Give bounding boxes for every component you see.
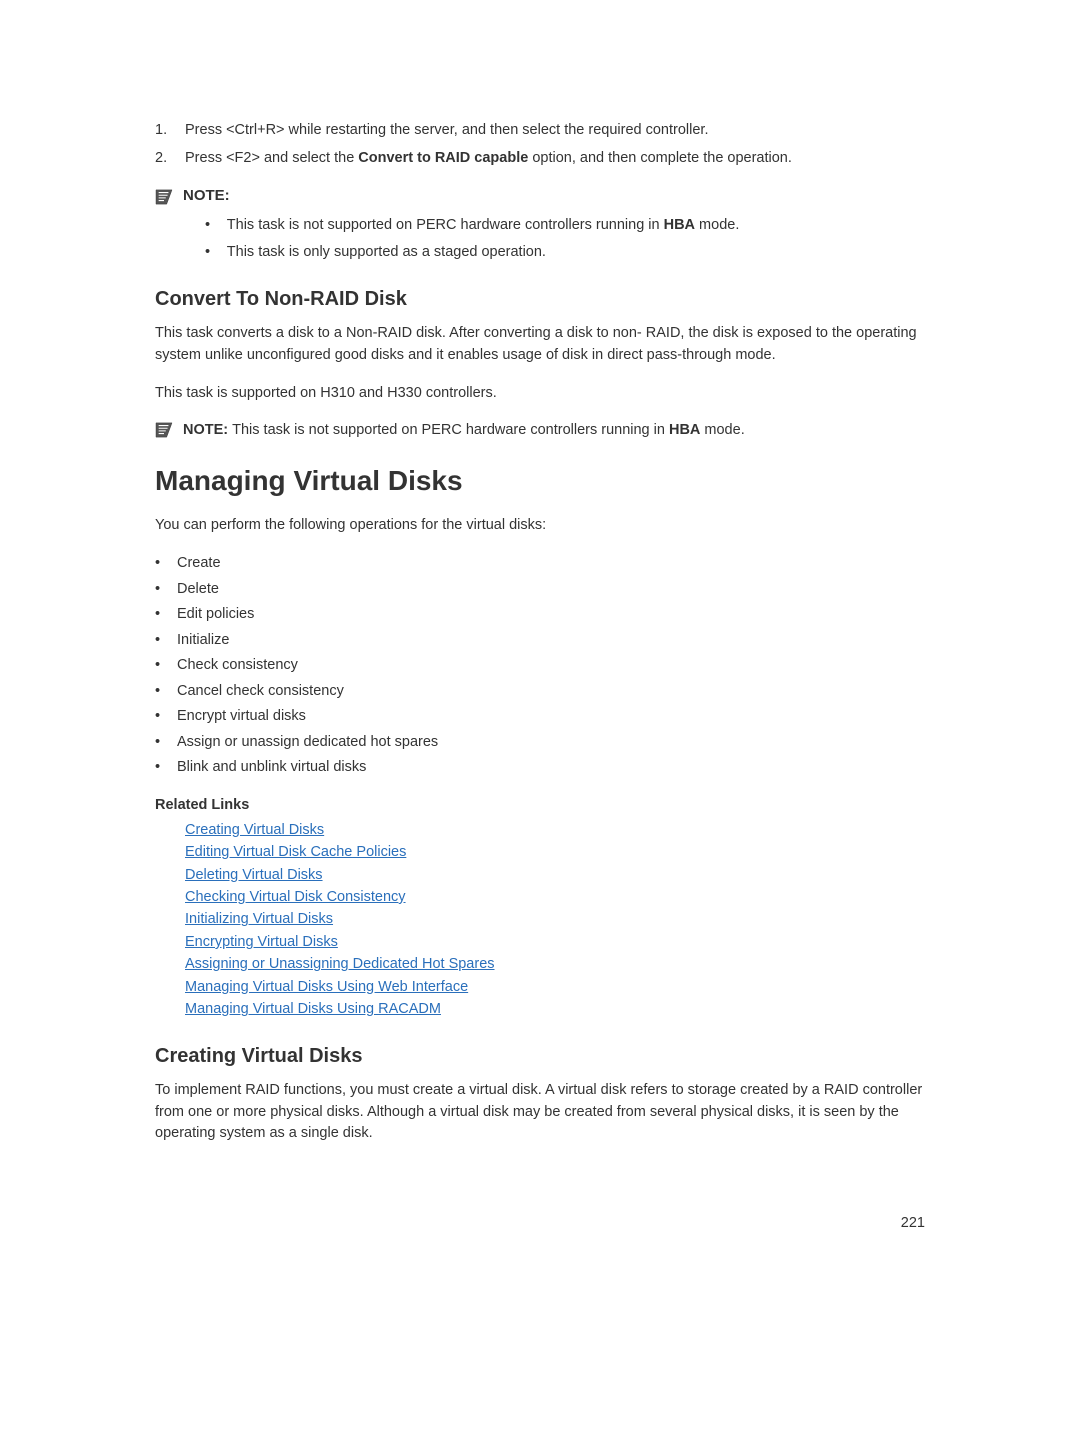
step-item: 1. Press <Ctrl+R> while restarting the s… xyxy=(155,120,925,140)
list-item: Check consistency xyxy=(155,654,925,676)
related-link[interactable]: Creating Virtual Disks xyxy=(185,819,925,841)
main-heading: Managing Virtual Disks xyxy=(155,465,925,497)
operations-list: Create Delete Edit policies Initialize C… xyxy=(155,552,925,778)
section-heading: Creating Virtual Disks xyxy=(155,1045,925,1068)
section-heading: Convert To Non-RAID Disk xyxy=(155,288,925,311)
page-number: 221 xyxy=(155,1215,925,1231)
list-item: Delete xyxy=(155,578,925,600)
paragraph: To implement RAID functions, you must cr… xyxy=(155,1080,925,1145)
note-text: NOTE: This task is not supported on PERC… xyxy=(183,420,745,440)
list-item: Initialize xyxy=(155,629,925,651)
note-bullet-item: This task is not supported on PERC hardw… xyxy=(205,215,925,237)
related-link[interactable]: Editing Virtual Disk Cache Policies xyxy=(185,841,925,863)
related-links-heading: Related Links xyxy=(155,797,925,813)
step-item: 2. Press <F2> and select the Convert to … xyxy=(155,148,925,168)
related-links-list: Creating Virtual Disks Editing Virtual D… xyxy=(155,819,925,1021)
paragraph: This task converts a disk to a Non-RAID … xyxy=(155,323,925,367)
note-inline: NOTE: This task is not supported on PERC… xyxy=(155,420,925,440)
step-text: Press <F2> and select the Convert to RAI… xyxy=(185,148,792,168)
list-item: Assign or unassign dedicated hot spares xyxy=(155,731,925,753)
step-number: 2. xyxy=(155,148,185,168)
step-text: Press <Ctrl+R> while restarting the serv… xyxy=(185,120,708,140)
list-item: Cancel check consistency xyxy=(155,680,925,702)
note-icon xyxy=(155,422,173,438)
related-link[interactable]: Assigning or Unassigning Dedicated Hot S… xyxy=(185,953,925,975)
step-number: 1. xyxy=(155,120,185,140)
note-block: NOTE: xyxy=(155,187,925,205)
note-label: NOTE: xyxy=(183,187,230,204)
related-link[interactable]: Deleting Virtual Disks xyxy=(185,864,925,886)
note-icon xyxy=(155,189,173,205)
paragraph: You can perform the following operations… xyxy=(155,515,925,537)
related-link[interactable]: Managing Virtual Disks Using Web Interfa… xyxy=(185,976,925,998)
page-content: 1. Press <Ctrl+R> while restarting the s… xyxy=(0,0,1080,1291)
paragraph: This task is supported on H310 and H330 … xyxy=(155,383,925,405)
list-item: Create xyxy=(155,552,925,574)
related-link[interactable]: Checking Virtual Disk Consistency xyxy=(185,886,925,908)
related-link[interactable]: Initializing Virtual Disks xyxy=(185,908,925,930)
related-link[interactable]: Managing Virtual Disks Using RACADM xyxy=(185,998,925,1020)
list-item: Edit policies xyxy=(155,603,925,625)
related-link[interactable]: Encrypting Virtual Disks xyxy=(185,931,925,953)
list-item: Blink and unblink virtual disks xyxy=(155,756,925,778)
note-bullet-item: This task is only supported as a staged … xyxy=(205,242,925,264)
list-item: Encrypt virtual disks xyxy=(155,705,925,727)
steps-list: 1. Press <Ctrl+R> while restarting the s… xyxy=(155,120,925,169)
note-bullets: This task is not supported on PERC hardw… xyxy=(155,215,925,265)
